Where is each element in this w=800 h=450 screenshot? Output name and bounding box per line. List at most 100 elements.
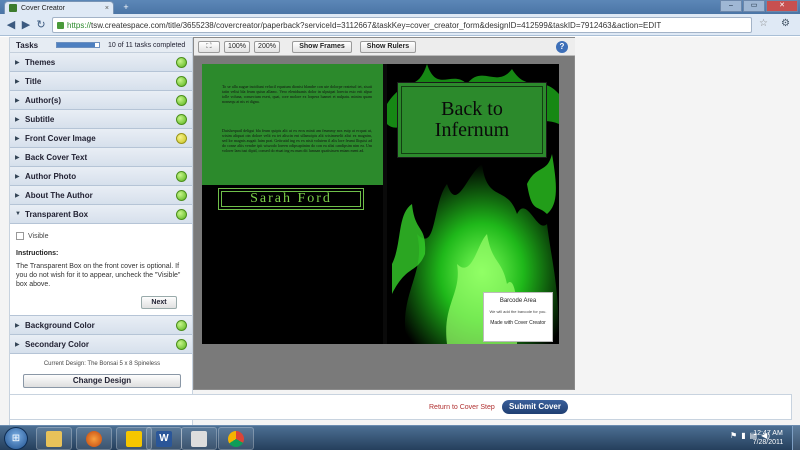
visible-label: Visible — [28, 232, 49, 240]
title-box[interactable]: Back to Infernum — [397, 82, 547, 158]
tab-close-icon[interactable]: × — [105, 5, 109, 12]
author-name-box[interactable]: Sarah Ford — [218, 188, 364, 210]
notepad-icon — [191, 430, 207, 447]
tasks-progress-bar — [56, 42, 100, 48]
clock-time: 12:47 AM — [753, 430, 783, 437]
transparent-box-panel: Visible Instructions: The Transparent Bo… — [10, 224, 192, 316]
task-name: Back Cover Text — [25, 152, 88, 162]
chevron-right-icon: ▶ — [15, 97, 20, 104]
task-name: Author Photo — [25, 171, 77, 181]
submit-cover-button[interactable]: Submit Cover — [502, 400, 568, 414]
maximize-button[interactable]: ▭ — [743, 0, 765, 12]
explorer-icon — [46, 430, 62, 447]
return-to-cover-step-link[interactable]: Return to Cover Step — [429, 404, 495, 411]
lock-icon — [57, 21, 64, 29]
task-row[interactable]: ▶ Back Cover Text — [10, 148, 192, 167]
back-cover-text-area[interactable] — [202, 64, 383, 185]
status-dot-icon — [176, 189, 187, 201]
forward-button[interactable]: ▶ — [19, 18, 33, 32]
back-button[interactable]: ◀ — [4, 18, 18, 32]
author-name: Sarah Ford — [221, 191, 361, 207]
bottom-action-bar: Return to Cover Step Submit Cover — [9, 394, 792, 420]
instructions-title: Instructions: — [16, 250, 59, 257]
chevron-right-icon: ▶ — [15, 173, 20, 180]
next-button[interactable]: Next — [141, 296, 177, 309]
chevron-right-icon: ▶ — [15, 59, 20, 66]
task-row[interactable]: ▶ Secondary Color — [10, 335, 192, 354]
chevron-right-icon: ▶ — [15, 192, 20, 199]
task-row[interactable]: ▶ Author Photo — [10, 167, 192, 186]
change-design-button[interactable]: Change Design — [23, 374, 181, 388]
barcode-area: Barcode Area We will add the barcode for… — [483, 292, 553, 342]
tasks-count: 10 of 11 tasks completed — [108, 41, 186, 49]
barcode-title: Barcode Area — [499, 298, 537, 304]
task-name: Front Cover Image — [25, 133, 96, 143]
task-name: Secondary Color — [25, 339, 90, 349]
task-row[interactable]: ▶ Themes — [10, 53, 192, 72]
reload-button[interactable]: ↻ — [34, 18, 48, 32]
status-dot-icon — [176, 170, 187, 182]
battery-icon[interactable]: ▮ — [741, 431, 745, 440]
task-list-bottom: ▶ Background Color ▶ Secondary Color — [10, 316, 192, 354]
book-title: Back to Infernum — [401, 86, 543, 154]
taskbar-explorer[interactable] — [36, 427, 72, 450]
fit-to-screen-icon: ⛶ — [206, 43, 212, 50]
wrench-menu-icon[interactable]: ⚙ — [781, 18, 790, 29]
status-dot-icon — [176, 113, 187, 125]
task-row[interactable]: ▶ Front Cover Image — [10, 129, 192, 148]
tab-title: Cover Creator — [21, 4, 65, 12]
task-name: Themes — [25, 57, 56, 67]
taskbar-notepad[interactable] — [181, 427, 217, 450]
cover-preview-area: ⛶ 100% 200% Show Frames Show Rulers ? To… — [193, 37, 576, 390]
window-controls: – ▭ ✕ — [720, 0, 798, 12]
status-dot-icon — [176, 94, 187, 106]
task-row[interactable]: ▶ Author(s) — [10, 91, 192, 110]
title-line-1: Back to — [441, 98, 503, 120]
instructions-text: The Transparent Box on the front cover i… — [16, 263, 181, 288]
taskbar-word[interactable]: W — [146, 427, 182, 450]
bookmark-star-icon[interactable]: ☆ — [759, 18, 768, 29]
chevron-right-icon: ▶ — [15, 341, 20, 348]
taskbar-firefox[interactable] — [76, 427, 112, 450]
chrome-icon — [228, 430, 244, 447]
task-name: Background Color — [25, 320, 95, 330]
page-content: Tasks 10 of 11 tasks completed ▶ Themes ▶ T… — [0, 37, 800, 427]
barcode-subtitle: We will add the barcode for you. — [489, 309, 547, 314]
help-icon[interactable]: ? — [556, 41, 568, 53]
close-window-button[interactable]: ✕ — [766, 0, 798, 12]
clock[interactable]: 12:47 AM 7/28/2011 — [748, 429, 788, 447]
show-frames-button[interactable]: Show Frames — [292, 41, 352, 53]
status-dot-icon — [176, 75, 187, 87]
windows-start-icon[interactable]: ⊞ — [4, 427, 28, 450]
chevron-right-icon: ▶ — [15, 116, 20, 123]
chevron-right-icon: ▶ — [15, 135, 20, 142]
address-bar[interactable]: https://tsw.createspace.com/title/365523… — [52, 17, 752, 33]
visible-row: Visible — [16, 232, 186, 240]
chevron-right-icon: ▶ — [15, 78, 20, 85]
front-cover[interactable]: Back to Infernum Barcode Area We will ad… — [387, 64, 559, 344]
task-row[interactable]: ▶ Subtitle — [10, 110, 192, 129]
preview-toolbar: ⛶ 100% 200% Show Frames Show Rulers ? — [194, 38, 576, 56]
fit-to-screen-button[interactable]: ⛶ — [198, 41, 220, 53]
zoom-100-button[interactable]: 100% — [224, 41, 250, 53]
status-dot-icon — [176, 319, 187, 331]
status-dot-icon — [176, 338, 187, 350]
back-cover-text-1: To se alla augue incidiunt velucil equat… — [222, 84, 372, 104]
clock-date: 7/28/2011 — [752, 439, 784, 446]
task-row[interactable]: ▶ Title — [10, 72, 192, 91]
taskbar-chrome[interactable] — [218, 427, 254, 450]
browser-tab[interactable]: Cover Creator × — [4, 1, 114, 14]
book-cover: To se alla augue incidiunt velucil equat… — [202, 64, 559, 344]
show-rulers-button[interactable]: Show Rulers — [360, 41, 416, 53]
task-name: Subtitle — [25, 114, 55, 124]
task-row[interactable]: ▼ Transparent Box — [10, 205, 192, 224]
new-tab-button[interactable]: + — [118, 2, 134, 12]
task-row[interactable]: ▶ Background Color — [10, 316, 192, 335]
task-row[interactable]: ▶ About The Author — [10, 186, 192, 205]
show-desktop-button[interactable] — [792, 426, 800, 450]
zoom-200-button[interactable]: 200% — [254, 41, 280, 53]
minimize-button[interactable]: – — [720, 0, 742, 12]
task-list-top: ▶ Themes ▶ Title ▶ Author(s) ▶ Subtitle ▶ Front C… — [10, 53, 192, 224]
visible-checkbox[interactable] — [16, 232, 24, 240]
flag-icon[interactable]: ⚑ — [730, 431, 737, 440]
